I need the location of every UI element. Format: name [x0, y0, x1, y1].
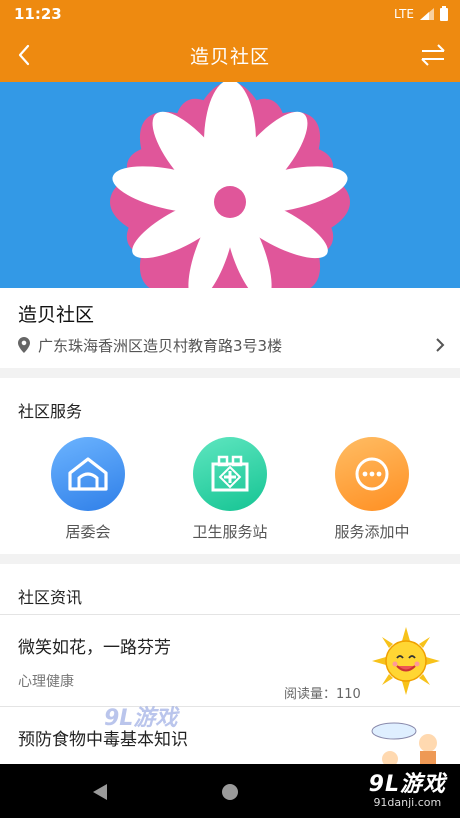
nav-back-icon[interactable] [92, 783, 108, 801]
status-bar: 11:23 LTE [0, 0, 460, 28]
page-title: 造贝社区 [189, 45, 270, 68]
news-header: 社区资讯 [0, 564, 460, 615]
flower-logo-image [0, 82, 460, 288]
back-arrow-icon[interactable] [12, 40, 42, 70]
watermark-text: 9L游戏 [104, 706, 178, 731]
community-news-section: 社区资讯 微笑如花，一路芬芳 心理健康 阅读量：110 预防食物中毒基本知识 [0, 564, 460, 764]
service-health-station[interactable]: 卫生服务站 [170, 437, 290, 542]
network-label: LTE [394, 7, 414, 21]
address-row[interactable]: 广东珠海香洲区造贝村教育路3号3楼 [18, 334, 446, 356]
app-bar: 造贝社区 [0, 28, 460, 82]
system-nav-bar: 9L游戏 91danji.com [0, 764, 460, 818]
nav-home-icon[interactable] [221, 783, 239, 801]
banner-image [0, 82, 460, 288]
community-services-section: 社区服务 居委会 卫生服务站 服务添加中 [0, 378, 460, 554]
community-info-card: 造贝社区 广东珠海香洲区造贝村教育路3号3楼 [0, 288, 460, 368]
service-residents-committee[interactable]: 居委会 [28, 437, 148, 542]
clinic-icon [193, 437, 267, 511]
service-label: 卫生服务站 [192, 523, 268, 541]
service-label: 居委会 [65, 523, 111, 541]
news-title: 社区资讯 [18, 588, 83, 607]
brand-site: 91danji.com [373, 796, 442, 809]
swap-icon[interactable] [418, 40, 448, 70]
news-item[interactable]: 微笑如花，一路芬芳 心理健康 阅读量：110 [0, 615, 460, 707]
location-pin-icon [18, 337, 30, 353]
news-item[interactable]: 预防食物中毒基本知识 [0, 707, 460, 764]
house-icon [51, 437, 125, 511]
address-text: 广东珠海香洲区造贝村教育路3号3楼 [38, 336, 283, 355]
news-item-category: 心理健康 [18, 674, 74, 690]
community-name: 造贝社区 [18, 304, 95, 326]
smiling-sun-image [370, 625, 442, 697]
news-item-reads: 阅读量：110 [284, 687, 361, 702]
battery-icon [440, 5, 448, 21]
more-icon [335, 437, 409, 511]
service-adding[interactable]: 服务添加中 [312, 437, 432, 542]
status-icons: LTE [394, 5, 448, 21]
brand-watermark: 9L游戏 91danji.com [369, 766, 446, 809]
chevron-right-icon [436, 338, 445, 352]
signal-icon [420, 8, 434, 20]
cartoon-image [370, 717, 442, 764]
news-item-title: 微笑如花，一路芬芳 [18, 638, 171, 658]
status-time: 11:23 [14, 5, 62, 23]
services-title: 社区服务 [18, 402, 83, 421]
brand-logo: 9L游戏 [368, 772, 446, 797]
service-label: 服务添加中 [334, 523, 410, 541]
